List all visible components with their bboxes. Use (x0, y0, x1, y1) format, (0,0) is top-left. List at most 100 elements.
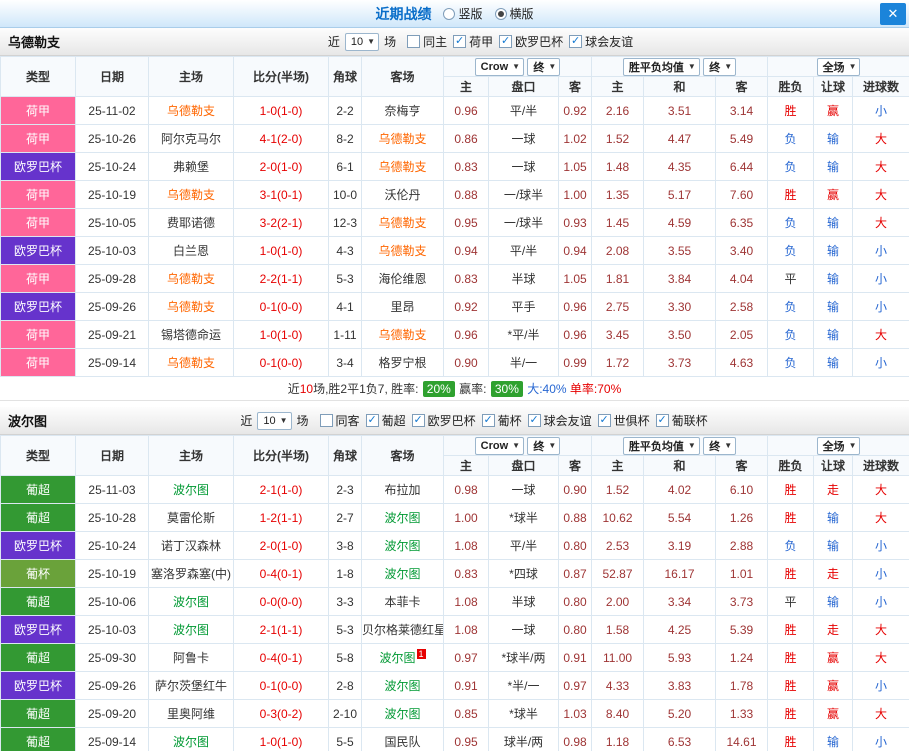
full-group-header: 全场 ▼ (767, 435, 909, 456)
result-cell: 负 (767, 152, 815, 181)
period-select[interactable]: 终 ▼ (703, 57, 737, 76)
avg-away-odds: 6.44 (715, 152, 769, 181)
checkbox[interactable]: ✓ (597, 414, 611, 427)
avg-draw-odds: 4.02 (643, 475, 717, 504)
chevron-down-icon: ▼ (548, 441, 557, 450)
handicap-result-cell: 走 (813, 615, 854, 644)
avg-select[interactable]: 胜平负均值 ▼ (622, 436, 700, 455)
handicap-line: 一球 (488, 615, 559, 644)
panel-title: 近期战绩 (375, 5, 432, 22)
result-cell: 负 (767, 320, 815, 349)
filter-option-欧罗巴杯[interactable]: ✓ 欧罗巴杯 (499, 33, 563, 50)
avg-draw-odds: 4.59 (643, 208, 717, 237)
bookmaker-select[interactable]: Crow ▼ (474, 57, 525, 76)
away-team-cell: 波尔图 (361, 559, 444, 588)
home-team-cell: 塞洛罗森塞(中) (148, 559, 234, 588)
avg-away-odds: 6.35 (715, 208, 769, 237)
radio-vertical[interactable]: 竖版 (443, 5, 483, 22)
col-odds-home: 主 (443, 455, 489, 476)
result-cell: 负 (767, 531, 815, 560)
checkbox[interactable]: ✓ (365, 414, 379, 427)
score-cell: 0-4(0-1) (233, 643, 329, 672)
checkbox[interactable]: ✓ (453, 35, 467, 48)
filter-option-欧罗巴杯[interactable]: ✓ 欧罗巴杯 (411, 412, 476, 429)
avg-away-odds: 3.14 (715, 96, 769, 125)
score-cell: 2-1(1-1) (233, 615, 329, 644)
avg-home-odds: 10.62 (591, 503, 645, 532)
titlebar: 近期战绩 竖版 横版 ✕ (0, 0, 909, 28)
avg-away-odds: 5.49 (715, 124, 769, 153)
close-button[interactable]: ✕ (880, 3, 906, 25)
score-cell: 0-1(0-0) (233, 348, 329, 377)
avg-home-odds: 3.45 (591, 320, 645, 349)
checkbox[interactable]: ✓ (499, 35, 513, 48)
filter-option-葡杯[interactable]: ✓ 葡杯 (481, 412, 522, 429)
handicap-result-cell: 赢 (813, 699, 854, 728)
filter-option-葡联杯[interactable]: ✓ 葡联杯 (655, 412, 708, 429)
corner-cell: 10-0 (328, 180, 362, 209)
avg-draw-odds: 5.17 (643, 180, 717, 209)
checkbox[interactable]: ✓ (527, 414, 541, 427)
handicap-result-cell: 输 (813, 124, 854, 153)
checkbox[interactable] (407, 35, 421, 48)
avg-away-odds: 14.61 (715, 727, 769, 751)
team-name: 波尔图 (8, 414, 48, 429)
handicap-line: *四球 (488, 559, 559, 588)
avg-home-odds: 2.53 (591, 531, 645, 560)
bookmaker-select[interactable]: Crow ▼ (474, 436, 525, 455)
handicap-line: 平/半 (488, 531, 559, 560)
handicap-group-header: Crow ▼ 终 ▼ (442, 435, 593, 456)
filter-option-球会友谊[interactable]: ✓ 球会友谊 (569, 33, 633, 50)
col-avg-draw: 和 (643, 455, 717, 476)
checkbox[interactable] (319, 414, 333, 427)
handicap-home-odds: 0.96 (443, 320, 489, 349)
radio-horizontal[interactable]: 横版 (494, 5, 534, 22)
full-select[interactable]: 全场 ▼ (816, 57, 861, 76)
avg-select[interactable]: 胜平负均值 ▼ (622, 57, 700, 76)
away-team-cell: 波尔图 (361, 503, 444, 532)
filter-option-荷甲[interactable]: ✓ 荷甲 (453, 33, 493, 50)
avg-away-odds: 1.33 (715, 699, 769, 728)
corner-cell: 3-4 (328, 348, 362, 377)
filter-option-球会友谊[interactable]: ✓ 球会友谊 (527, 412, 592, 429)
checkbox[interactable]: ✓ (481, 414, 495, 427)
avg-home-odds: 2.00 (591, 587, 645, 616)
result-cell: 胜 (767, 615, 815, 644)
away-team-cell: 乌德勒支 (361, 124, 444, 153)
home-team-cell: 弗赖堡 (148, 152, 234, 181)
matches-tbody: 葡超 25-11-03 波尔图 2-1(1-0) 2-3 布拉加 0.98 一球 0.90 1.5… (0, 475, 909, 751)
avg-away-odds: 1.26 (715, 503, 769, 532)
filter-option-世俱杯[interactable]: ✓ 世俱杯 (597, 412, 650, 429)
score-cell: 2-1(1-0) (233, 475, 329, 504)
period-select[interactable]: 终 ▼ (527, 57, 561, 76)
checkbox[interactable]: ✓ (411, 414, 425, 427)
checkbox[interactable]: ✓ (655, 414, 669, 427)
handicap-line: 平/半 (488, 236, 559, 265)
goals-result-cell: 大 (852, 152, 909, 181)
period-select[interactable]: 终 ▼ (703, 436, 737, 455)
select-value: 10 (350, 35, 364, 48)
checkbox-label: 欧罗巴杯 (515, 35, 564, 49)
league-badge: 葡超 (0, 475, 76, 504)
match-row: 欧罗巴杯 25-09-26 乌德勒支 0-1(0-0) 4-1 里昂 0.92 平手 0.96 2… (0, 292, 909, 321)
goals-result-cell: 小 (852, 587, 909, 616)
near-label: 近 (240, 414, 253, 428)
avg-away-odds: 1.01 (715, 559, 769, 588)
avg-away-odds: 6.10 (715, 475, 769, 504)
select-value: 胜平负均值 (628, 61, 684, 74)
handicap-result-cell: 输 (813, 503, 854, 532)
match-count-select[interactable]: 10 ▼ (344, 32, 380, 51)
filter-option-葡超[interactable]: ✓ 葡超 (365, 412, 406, 429)
chevron-down-icon: ▼ (687, 441, 696, 450)
avg-home-odds: 1.58 (591, 615, 645, 644)
period-select[interactable]: 终 ▼ (527, 436, 561, 455)
handicap-result-cell: 赢 (813, 643, 854, 672)
full-select[interactable]: 全场 ▼ (816, 436, 861, 455)
filter-option-同主[interactable]: 同主 (407, 33, 447, 50)
filter-option-同客[interactable]: 同客 (319, 412, 360, 429)
checkbox[interactable]: ✓ (569, 35, 583, 48)
corner-cell: 2-7 (328, 503, 362, 532)
corner-cell: 5-8 (328, 643, 362, 672)
match-count-select[interactable]: 10 ▼ (257, 411, 292, 430)
col-odds-away: 客 (557, 455, 593, 476)
